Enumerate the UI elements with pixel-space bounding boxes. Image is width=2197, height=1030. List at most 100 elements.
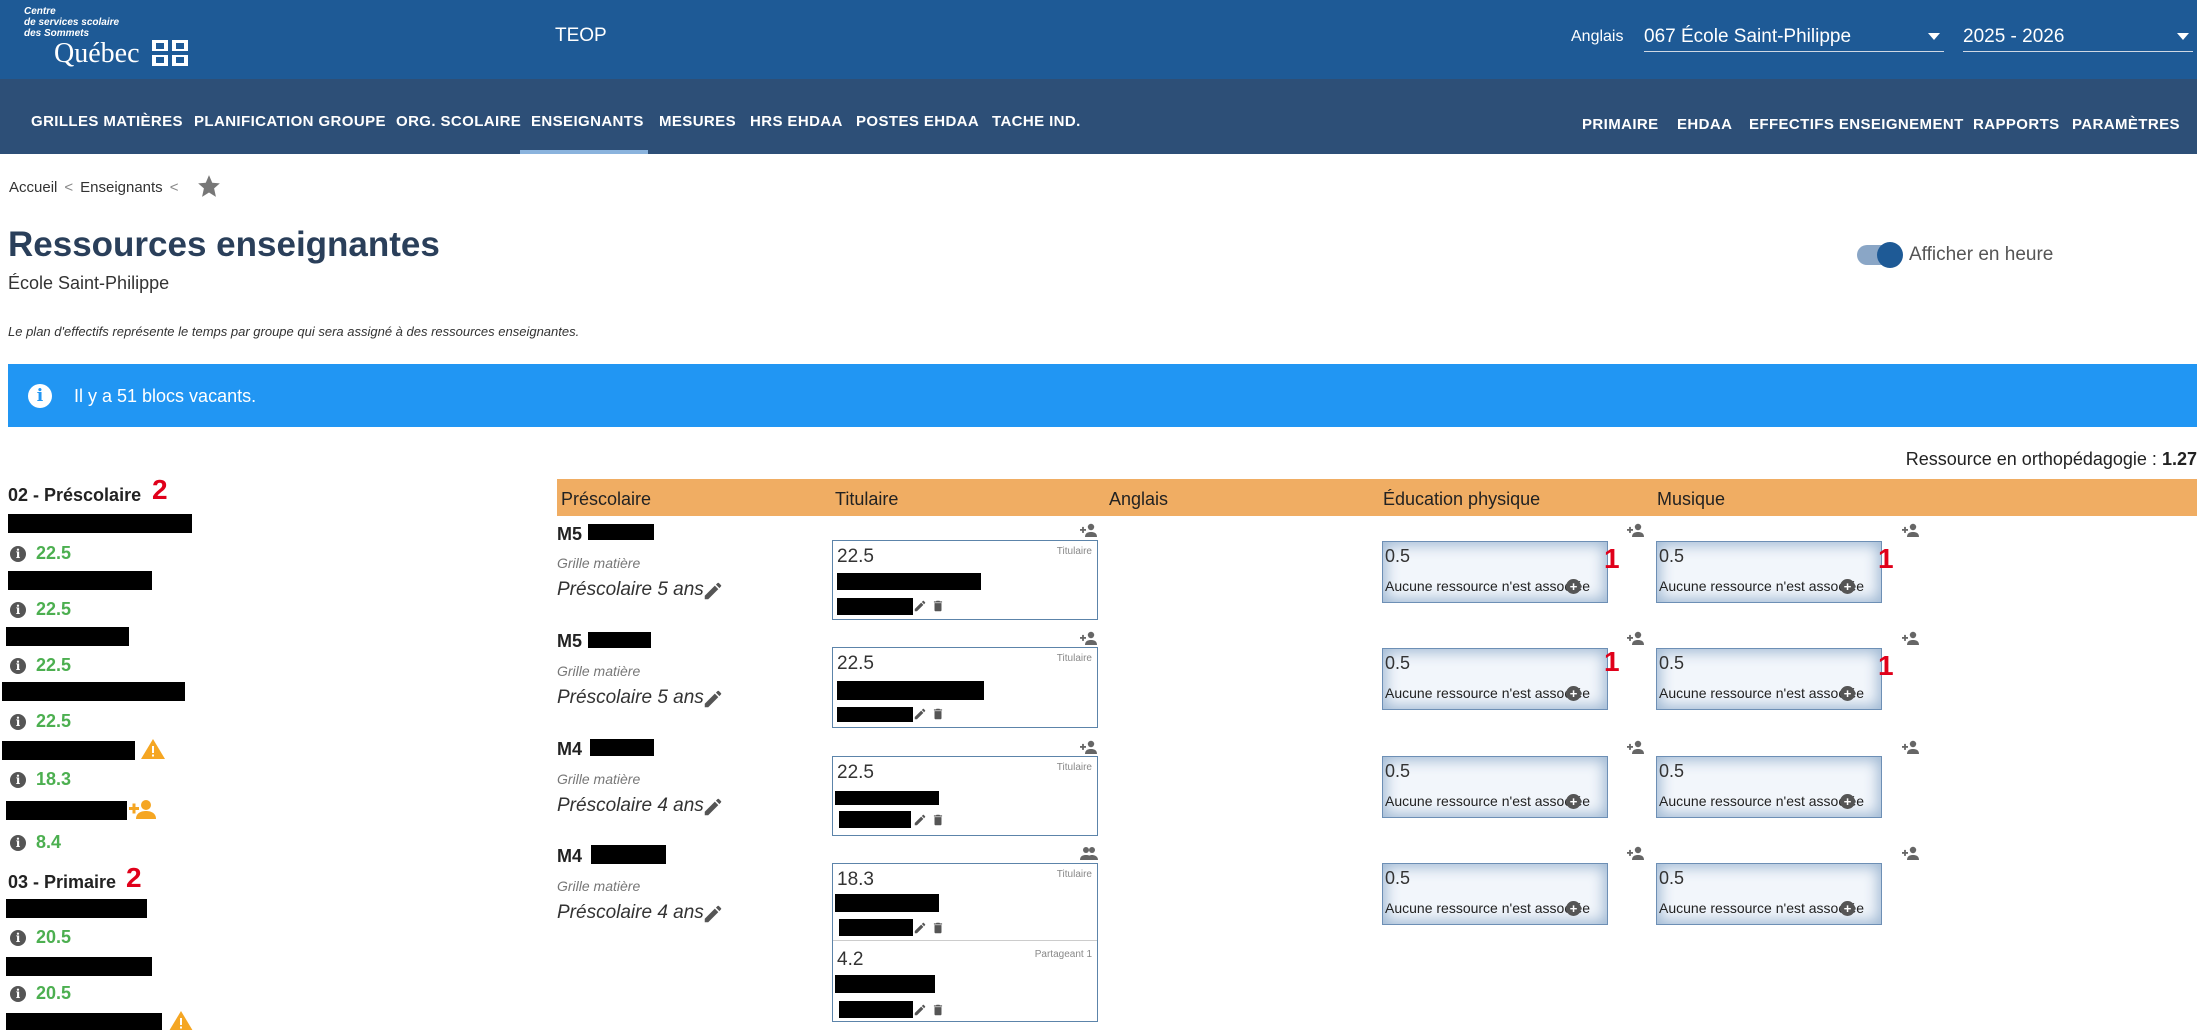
trash-icon[interactable] [931,1003,945,1017]
titulaire-card[interactable]: 18.3 Titulaire 4.2 Partageant 1 [832,863,1098,1022]
nav-tache-ind[interactable]: TACHE IND. [992,113,1081,130]
nav-rapports[interactable]: RAPPORTS [1973,116,2060,133]
trash-icon[interactable] [931,599,945,613]
person-add-icon[interactable] [129,798,157,820]
group-code: M4 [557,739,583,759]
nav-org-scolaire[interactable]: ORG. SCOLAIRE [396,113,521,130]
person-add-icon[interactable] [1627,523,1645,537]
section-title-primaire[interactable]: 03 - Primaire [8,872,116,893]
edu-physique-card[interactable]: 0.5 Aucune ressource n'est associée + [1382,541,1608,603]
edu-physique-card[interactable]: 0.5 Aucune ressource n'est associée + [1382,648,1608,710]
group-icon[interactable] [1080,846,1098,860]
person-add-icon[interactable] [1902,631,1920,645]
person-add-icon[interactable] [1902,740,1920,754]
warning-icon[interactable] [140,738,166,760]
info-icon[interactable]: i [10,835,26,851]
warning-icon[interactable] [168,1010,194,1030]
trash-icon[interactable] [931,813,945,827]
redacted-name [2,682,185,701]
info-icon[interactable]: i [10,658,26,674]
person-add-icon[interactable] [1902,846,1920,860]
pencil-icon[interactable] [702,796,724,818]
person-add-icon[interactable] [1902,523,1920,537]
redacted-name [8,571,152,590]
plus-circle-icon[interactable]: + [1840,686,1855,701]
nav-primaire[interactable]: PRIMAIRE [1582,116,1659,133]
musique-card[interactable]: 0.5 Aucune ressource n'est associée + [1656,863,1882,925]
cell-badge: 1 [1604,543,1620,574]
pencil-icon[interactable] [702,688,724,710]
hours-toggle[interactable] [1857,242,1903,268]
plus-circle-icon[interactable]: + [1566,686,1581,701]
pencil-icon[interactable] [702,903,724,925]
info-icon[interactable]: i [10,772,26,788]
person-add-icon[interactable] [1627,631,1645,645]
nav-effectifs-enseignement[interactable]: EFFECTIFS ENSEIGNEMENT [1749,116,1964,133]
edu-physique-card[interactable]: 0.5 Aucune ressource n'est associée + [1382,756,1608,818]
person-add-icon[interactable] [1627,740,1645,754]
chevron-down-icon [1928,33,1940,40]
org-logo[interactable]: Centre de services scolaire des Sommets … [24,6,204,70]
info-icon[interactable]: i [10,714,26,730]
info-icon[interactable]: i [10,986,26,1002]
plus-circle-icon[interactable]: + [1566,579,1581,594]
plus-circle-icon[interactable]: + [1840,579,1855,594]
partageant-hours: 4.2 [837,949,864,970]
top-bar: Centre de services scolaire des Sommets … [0,0,2197,79]
person-add-icon[interactable] [1080,631,1098,645]
breadcrumb-enseignants[interactable]: Enseignants [80,179,163,196]
cell-badge: 1 [1878,650,1894,681]
star-icon[interactable] [196,173,222,199]
cell-badge: 1 [1604,646,1620,677]
trash-icon[interactable] [931,921,945,935]
titulaire-card[interactable]: 22.5 Titulaire [832,647,1098,728]
titulaire-card[interactable]: 22.5 Titulaire [832,540,1098,620]
person-add-icon[interactable] [1080,740,1098,754]
musique-card[interactable]: 0.5 Aucune ressource n'est associée + [1656,756,1882,818]
info-icon[interactable]: i [10,602,26,618]
cell-badge: 1 [1878,543,1894,574]
info-icon[interactable]: i [10,546,26,562]
titulaire-card[interactable]: 22.5 Titulaire [832,756,1098,836]
pencil-icon[interactable] [702,580,724,602]
pencil-icon[interactable] [913,813,927,827]
redacted-name [6,899,147,918]
year-select[interactable]: 2025 - 2026 [1963,18,2193,52]
school-select[interactable]: 067 École Saint-Philippe [1644,18,1944,52]
musique-card[interactable]: 0.5 Aucune ressource n'est associée + [1656,648,1882,710]
nav-ehdaa[interactable]: EHDAA [1677,116,1732,133]
teacher-hours: 20.5 [36,927,72,947]
nav-grilles-matieres[interactable]: GRILLES MATIÈRES [31,113,183,130]
redacted-name [591,845,666,864]
person-add-icon[interactable] [1080,523,1098,537]
nav-planification-groupe[interactable]: PLANIFICATION GROUPE [194,113,386,130]
section-title-prescolaire[interactable]: 02 - Préscolaire [8,485,141,506]
teacher-hours: 22.5 [36,599,72,619]
edu-hours: 0.5 [1385,761,1411,781]
teacher-hours: 20.5 [36,983,72,1003]
pencil-icon[interactable] [913,921,927,935]
edu-physique-card[interactable]: 0.5 Aucune ressource n'est associée + [1382,863,1608,925]
pencil-icon[interactable] [913,599,927,613]
plus-circle-icon[interactable]: + [1840,794,1855,809]
edu-hours: 0.5 [1385,653,1411,673]
trash-icon[interactable] [931,707,945,721]
nav-mesures[interactable]: MESURES [659,113,736,130]
redacted-name [6,1013,162,1030]
language-label[interactable]: Anglais [1571,28,1623,46]
nav-hrs-ehdaa[interactable]: HRS EHDAA [750,113,843,130]
musique-card[interactable]: 0.5 Aucune ressource n'est associée + [1656,541,1882,603]
breadcrumb-accueil[interactable]: Accueil [9,179,57,196]
pencil-icon[interactable] [913,1003,927,1017]
plus-circle-icon[interactable]: + [1840,901,1855,916]
nav-postes-ehdaa[interactable]: POSTES EHDAA [856,113,979,130]
pencil-icon[interactable] [913,707,927,721]
plus-circle-icon[interactable]: + [1566,901,1581,916]
nav-parametres[interactable]: PARAMÈTRES [2072,116,2180,133]
info-icon[interactable]: i [10,930,26,946]
nav-enseignants[interactable]: ENSEIGNANTS [531,113,644,130]
plus-circle-icon[interactable]: + [1566,794,1581,809]
titulaire-hours: 18.3 [837,869,874,890]
person-add-icon[interactable] [1627,846,1645,860]
redacted-name [6,957,152,976]
